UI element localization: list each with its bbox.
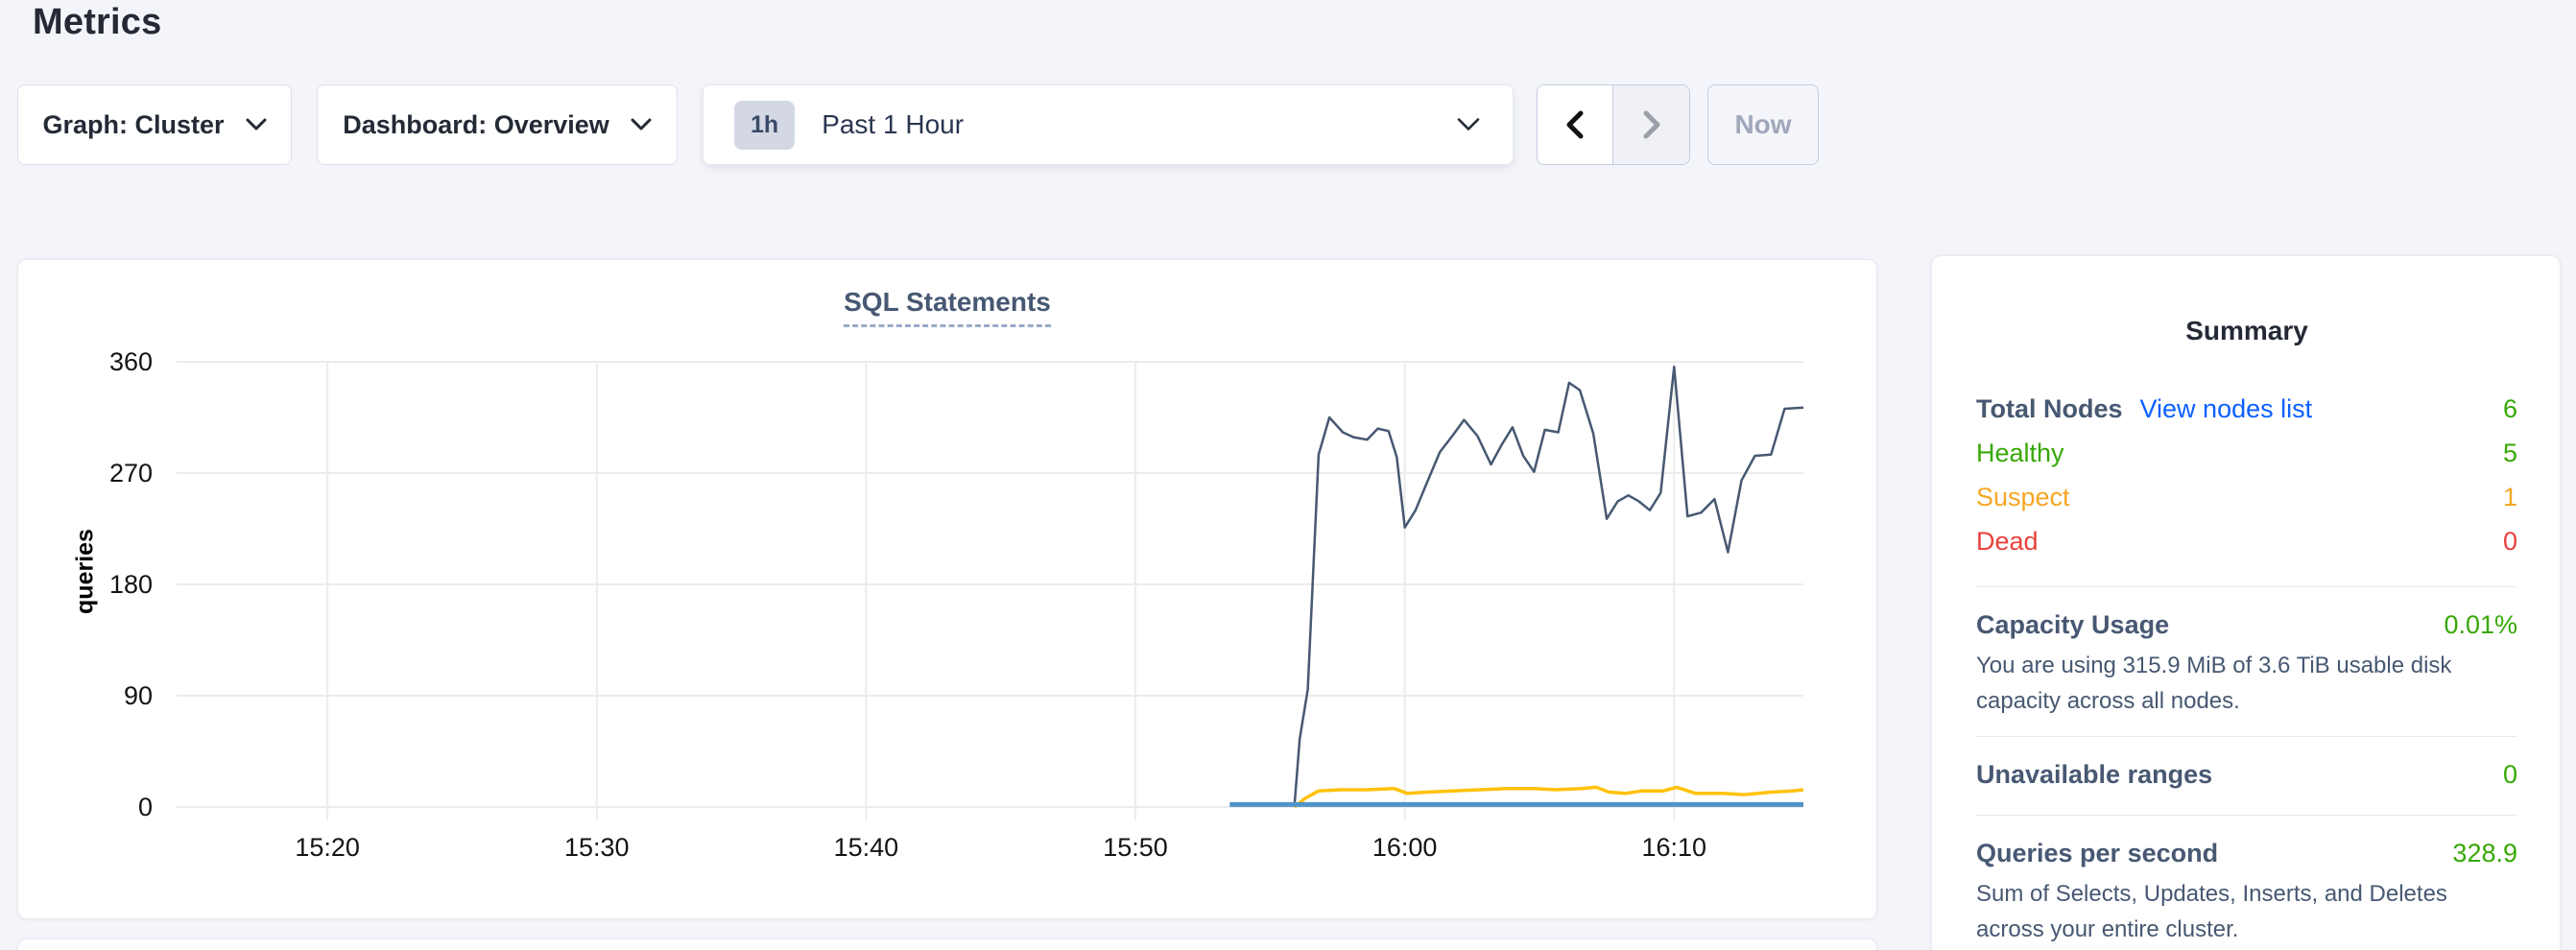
time-step-buttons	[1537, 84, 1690, 165]
time-range-badge: 1h	[734, 101, 795, 150]
metrics-toolbar: Graph: Cluster Dashboard: Overview 1h Pa…	[17, 84, 1819, 165]
dead-nodes-label: Dead	[1976, 527, 2039, 557]
sql-statements-total-line	[1295, 367, 1803, 807]
x-tick-label: 15:40	[799, 832, 933, 863]
page-title: Metrics	[33, 2, 161, 43]
sql-statements-chart[interactable]	[18, 260, 1876, 918]
queries-per-second-label: Queries per second	[1976, 839, 2218, 868]
chevron-down-icon	[631, 118, 652, 131]
next-timeframe-button[interactable]	[1613, 85, 1689, 164]
unavailable-ranges-value: 0	[2503, 760, 2517, 790]
y-tick-label: 180	[47, 569, 153, 600]
y-tick-label: 360	[47, 346, 153, 377]
chevron-down-icon	[1457, 118, 1480, 132]
total-nodes-value: 6	[2503, 394, 2517, 424]
dashboard-dropdown-label: Dashboard: Overview	[343, 110, 609, 140]
x-tick-label: 15:20	[260, 832, 394, 863]
x-tick-label: 15:50	[1068, 832, 1203, 863]
dashboard-dropdown[interactable]: Dashboard: Overview	[317, 84, 678, 165]
time-range-selector[interactable]: 1h Past 1 Hour	[703, 84, 1514, 165]
view-nodes-list-link[interactable]: View nodes list	[2140, 394, 2313, 424]
queries-per-second-row: Queries per second 328.9	[1976, 839, 2517, 868]
y-tick-label: 90	[47, 680, 153, 711]
unavailable-ranges-label: Unavailable ranges	[1976, 760, 2212, 790]
suspect-nodes-label: Suspect	[1976, 483, 2070, 512]
healthy-nodes-row: Healthy 5	[1976, 439, 2517, 483]
time-range-label: Past 1 Hour	[822, 109, 964, 140]
capacity-usage-row: Capacity Usage 0.01%	[1976, 610, 2517, 640]
dead-nodes-row: Dead 0	[1976, 527, 2517, 571]
summary-panel: Summary Total Nodes View nodes list 6 He…	[1931, 255, 2561, 950]
healthy-nodes-value: 5	[2503, 439, 2517, 468]
queries-per-second-value: 328.9	[2452, 839, 2517, 868]
suspect-nodes-value: 1	[2503, 483, 2517, 512]
x-tick-label: 15:30	[530, 832, 664, 863]
chevron-down-icon	[246, 118, 267, 131]
node-status-block: Total Nodes View nodes list 6 Healthy 5 …	[1976, 394, 2517, 571]
capacity-usage-label: Capacity Usage	[1976, 610, 2169, 640]
chevron-right-icon	[1639, 108, 1664, 141]
previous-timeframe-button[interactable]	[1538, 85, 1613, 164]
sql-statements-chart-card: SQL Statements queries 09018027036015:20…	[17, 259, 1877, 919]
total-nodes-label: Total Nodes	[1976, 394, 2123, 424]
unavailable-ranges-row: Unavailable ranges 0	[1976, 760, 2517, 790]
summary-title: Summary	[1976, 316, 2517, 346]
x-tick-label: 16:10	[1607, 832, 1741, 863]
next-chart-card-partial	[17, 938, 1877, 950]
graph-scope-dropdown[interactable]: Graph: Cluster	[17, 84, 292, 165]
x-tick-label: 16:00	[1338, 832, 1472, 863]
capacity-usage-value: 0.01%	[2444, 610, 2517, 640]
graph-scope-dropdown-label: Graph: Cluster	[42, 110, 224, 140]
divider	[1976, 815, 2517, 816]
queries-per-second-description: Sum of Selects, Updates, Inserts, and De…	[1976, 876, 2517, 947]
suspect-nodes-row: Suspect 1	[1976, 483, 2517, 527]
dead-nodes-value: 0	[2503, 527, 2517, 557]
y-tick-label: 0	[47, 792, 153, 822]
capacity-usage-description: You are using 315.9 MiB of 3.6 TiB usabl…	[1976, 648, 2517, 719]
y-tick-label: 270	[47, 458, 153, 488]
divider	[1976, 586, 2517, 587]
chevron-left-icon	[1562, 108, 1587, 141]
total-nodes-row: Total Nodes View nodes list 6	[1976, 394, 2517, 439]
healthy-nodes-label: Healthy	[1976, 439, 2064, 468]
now-button[interactable]: Now	[1707, 84, 1819, 165]
divider	[1976, 736, 2517, 737]
